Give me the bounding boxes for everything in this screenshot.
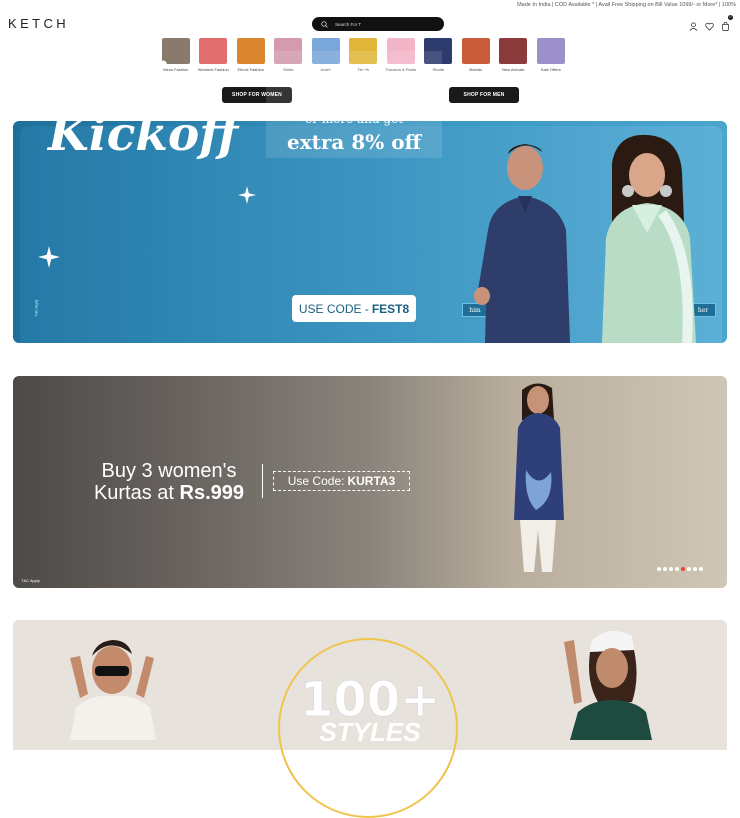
banner3-subheadline: STYLES	[319, 717, 421, 747]
category-item[interactable]: Sale Offers	[533, 38, 569, 72]
category-thumbnail	[536, 38, 565, 64]
shop-for-men-button[interactable]: SHOP FOR MEN	[449, 87, 519, 103]
divider	[262, 464, 263, 498]
carousel-dots[interactable]	[657, 567, 703, 571]
category-label: Ethnic Fashion	[237, 67, 264, 72]
carousel-dot[interactable]	[687, 567, 691, 571]
ticker-text: Made In India | COD Available * | Avail …	[517, 2, 736, 8]
search-bar[interactable]: Search For T	[312, 17, 444, 31]
carousel-dot[interactable]	[663, 567, 667, 571]
female-model-image	[564, 630, 652, 740]
cart-icon[interactable]: 0	[721, 15, 733, 31]
male-model-image	[474, 144, 570, 343]
carousel-dot[interactable]	[699, 567, 703, 571]
cart-count-badge: 0	[728, 15, 733, 20]
banner1-headline: Festive Kickoff	[42, 53, 239, 162]
carousel-dot[interactable]	[693, 567, 697, 571]
female-model-image	[602, 134, 696, 343]
category-label: New Arrivals	[502, 67, 525, 72]
search-icon	[321, 15, 328, 33]
banner2-headline: Buy 3 women's Kurtas at Rs.999	[93, 460, 245, 504]
wishlist-icon[interactable]	[705, 18, 714, 31]
category-label: Sale Offers	[540, 67, 561, 72]
category-item[interactable]: New Arrivals	[496, 38, 532, 72]
sparkle-icon	[238, 186, 256, 204]
category-thumbnail	[461, 38, 490, 64]
banner2-coupon-code: Use Code: KURTA3	[273, 471, 410, 491]
male-model-image	[70, 640, 156, 740]
category-item[interactable]: Ethnic Fashion	[233, 38, 269, 72]
account-icon[interactable]	[689, 18, 698, 31]
carousel-dot[interactable]	[657, 567, 661, 571]
category-thumbnail	[236, 38, 265, 64]
category-label: Brands	[469, 67, 483, 72]
carousel-dot[interactable]	[669, 567, 673, 571]
search-input[interactable]: Search For T	[335, 22, 361, 27]
banner1-offer-box: shop for RS 1499 or more and get extra 8…	[266, 51, 442, 158]
carousel-dot[interactable]	[681, 567, 685, 571]
banner2-tnc: T&C Apply	[21, 578, 40, 583]
category-thumbnail	[499, 38, 528, 64]
brand-logo[interactable]: KETCH	[8, 16, 69, 31]
banner1-coupon-code: USE CODE - FEST8	[292, 295, 416, 322]
carousel-dot[interactable]	[675, 567, 679, 571]
banner1-tnc: T&C Apply	[34, 299, 39, 317]
kurta-model-image	[514, 383, 564, 572]
category-item[interactable]: Brands	[458, 38, 494, 72]
sparkle-icon	[38, 246, 60, 268]
